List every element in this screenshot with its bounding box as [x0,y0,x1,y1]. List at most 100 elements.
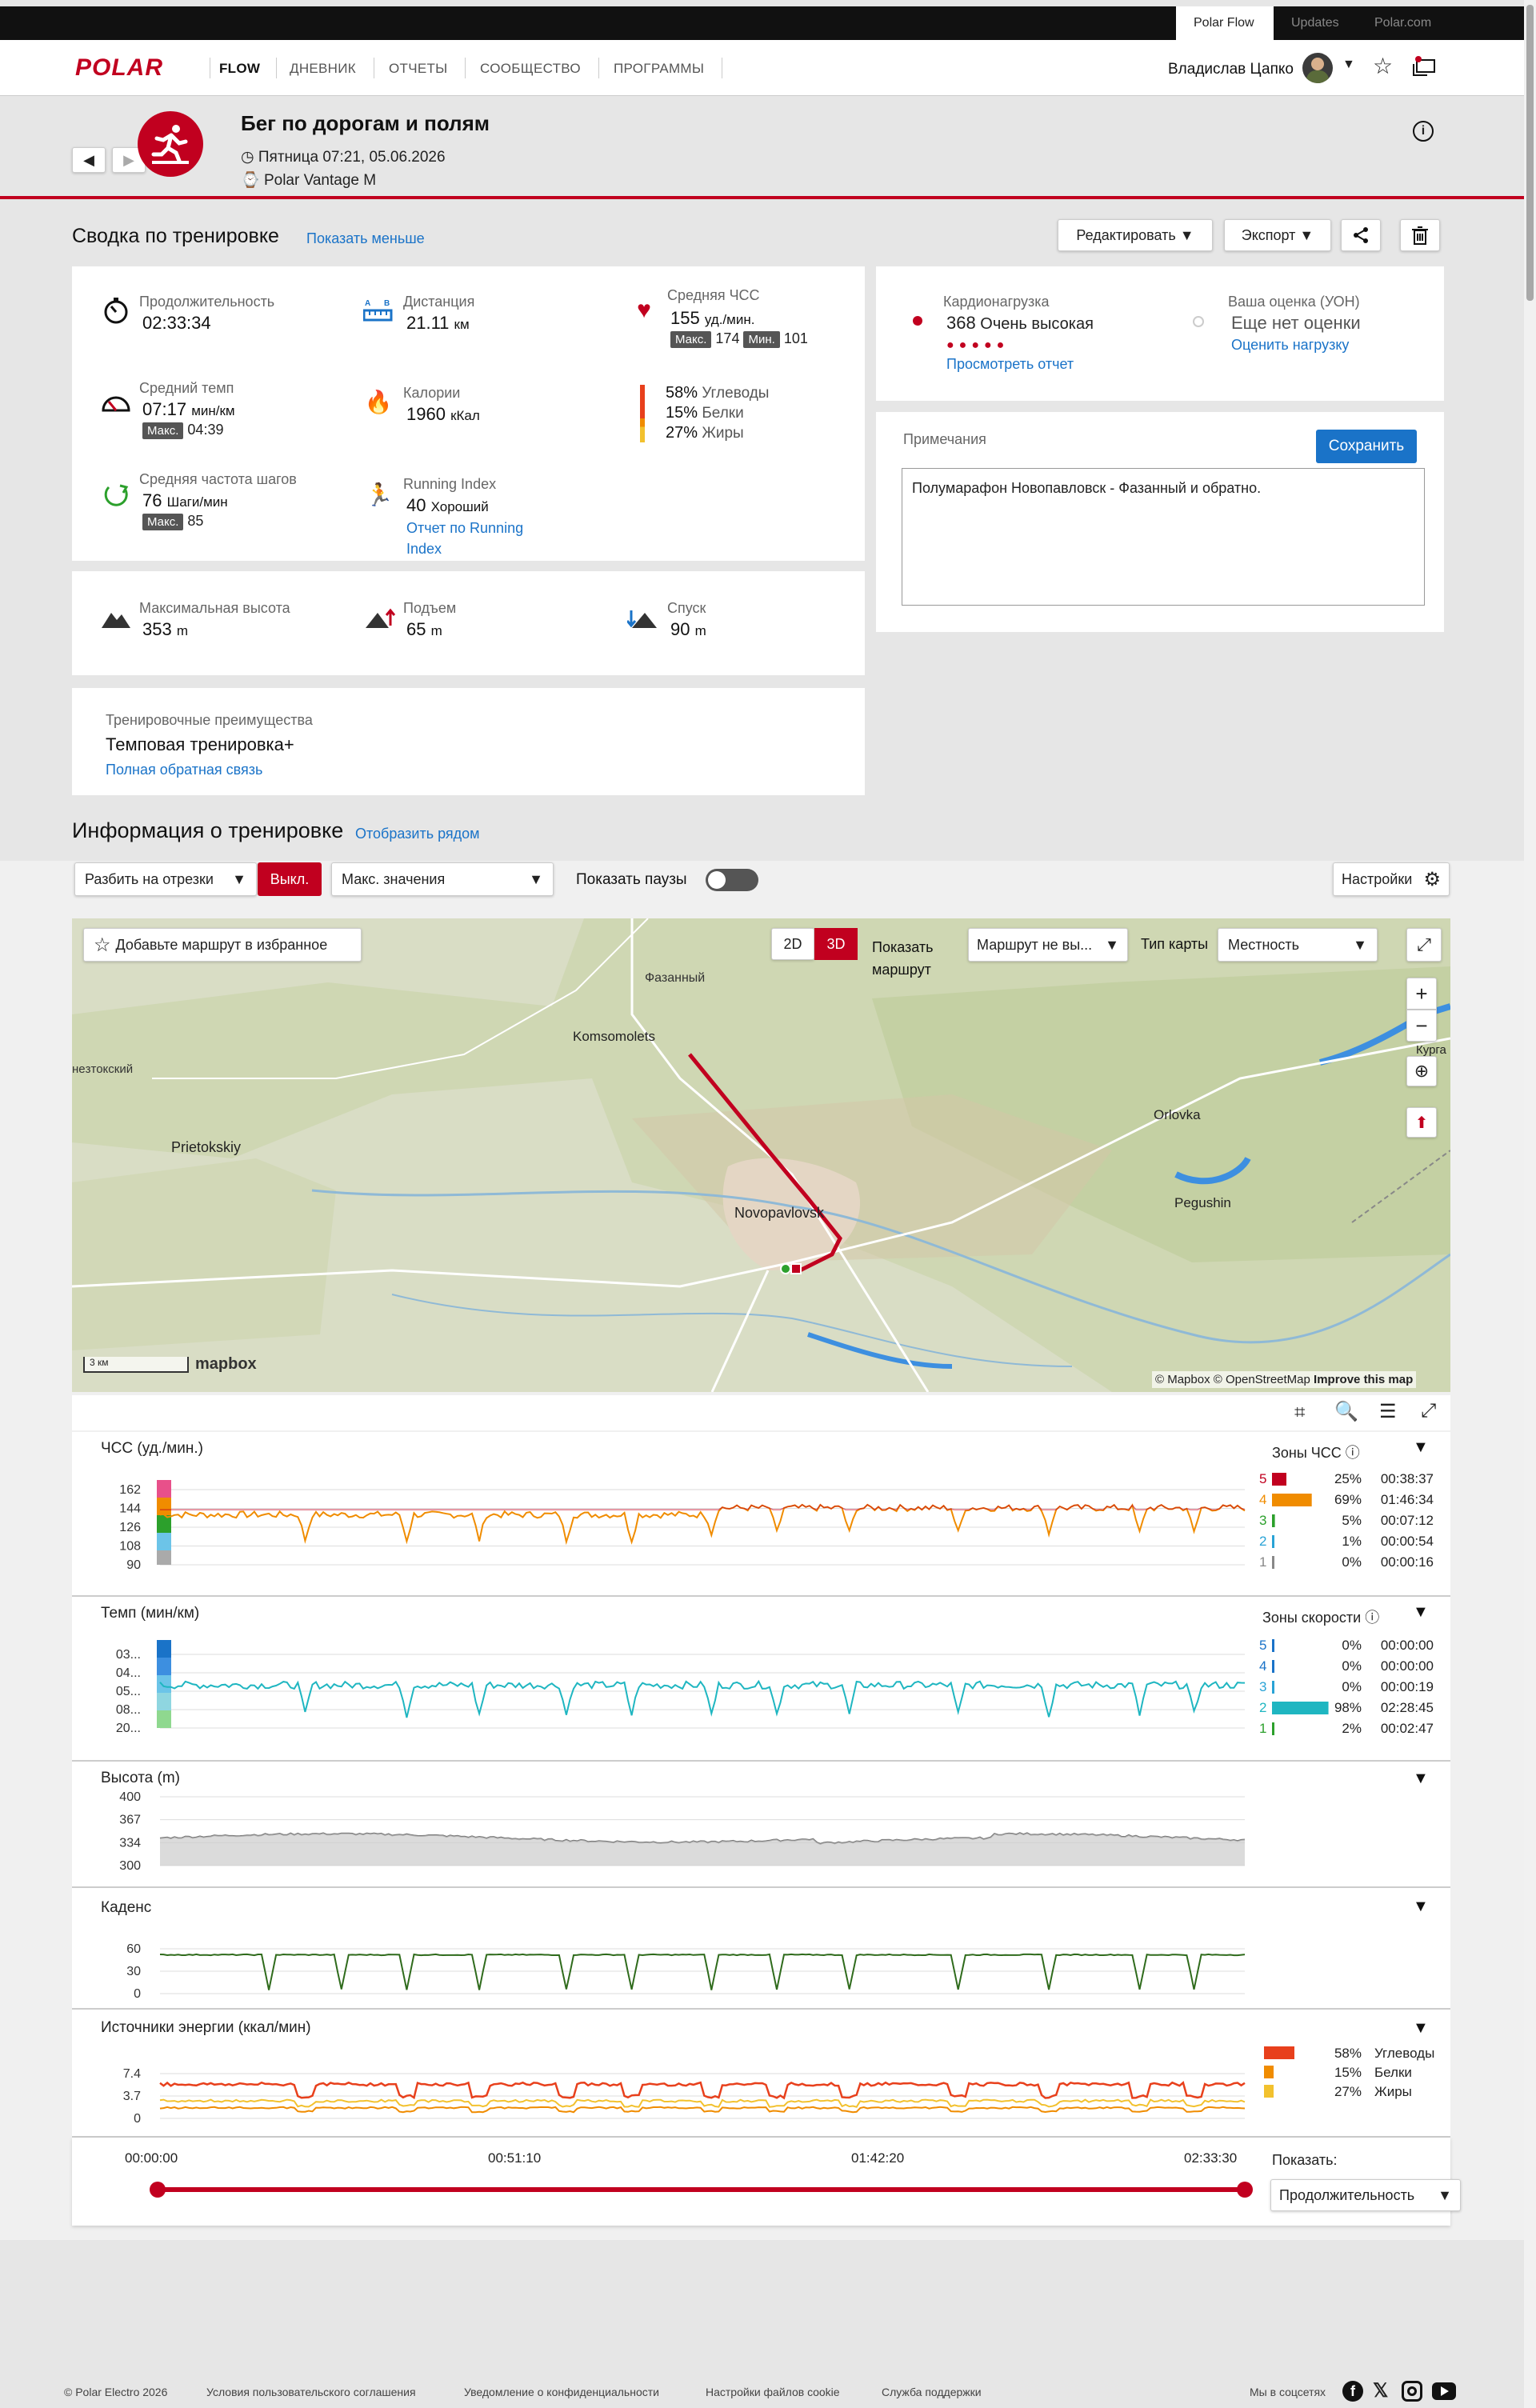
split-off-toggle[interactable]: Выкл. [258,862,322,896]
pace-zone-time: 00:00:19 [1381,1679,1434,1694]
distance-unit: км [454,317,470,332]
cad-tick-label: 60 [126,1942,141,1956]
flow-label: FLOW [219,61,261,76]
improve-map-link[interactable]: Improve this map [1314,1373,1413,1386]
compass-icon[interactable]: ⬆ [1406,1107,1437,1138]
sync-device-icon[interactable] [1413,56,1437,76]
info-icon[interactable]: i [1413,121,1434,142]
tab-updates[interactable]: Updates [1274,6,1357,40]
edit-button[interactable]: Редактировать ▼ [1058,219,1213,251]
star-icon[interactable]: ☆ [1373,53,1393,79]
cad-tick-label: 30 [126,1965,141,1978]
pace-label: Средний темп [139,380,234,396]
pace-zone-strip [157,1640,171,1658]
youtube-icon[interactable] [1432,2382,1456,2400]
timeline-metric-select[interactable]: Продолжительность ▼ [1270,2179,1461,2211]
benefit-label: Тренировочные преимущества [106,712,313,728]
tab-polar-flow[interactable]: Polar Flow [1176,6,1274,40]
x-twitter-icon[interactable]: 𝕏 [1373,2379,1388,2402]
mountain-icon [101,606,131,630]
nav-community[interactable]: СООБЩЕСТВО [480,61,581,77]
rpe-radio[interactable] [1193,316,1204,327]
split-select[interactable]: Разбить на отрезки ▼ [74,862,257,896]
distance-value: 21.11 [406,313,450,333]
zoom-in-button[interactable]: + [1406,978,1437,1010]
footer-cookies-link[interactable]: Настройки файлов cookie [706,2386,840,2398]
map-fullscreen-icon[interactable]: ⤢ [1406,928,1442,962]
show-route-line1: Показать [872,939,934,955]
map-attribution-osm[interactable]: © Mapbox © OpenStreetMap [1155,1373,1310,1386]
graphs-svg[interactable]: 162144126108905 25% 00:38:374 69% 01:46:343 5… [72,1432,1450,2136]
timeline-end-handle[interactable] [1237,2182,1253,2198]
settings-button[interactable]: Настройки ⚙ [1333,862,1450,896]
page-scrollbar[interactable] [1524,0,1536,2408]
avatar[interactable] [1302,53,1333,83]
map-attribution[interactable]: © Mapbox © OpenStreetMap Improve this ma… [1152,1371,1417,1388]
map-2d-button[interactable]: 2D [771,928,814,960]
instagram-icon[interactable] [1402,2381,1422,2402]
pace-unit: мин/км [191,403,235,418]
save-notes-button[interactable]: Сохранить [1316,430,1417,463]
rate-load-link[interactable]: Оценить нагрузку [1231,337,1349,354]
route-map[interactable]: Фазанный Komsomolets нeзтокский Prietoks… [72,918,1450,1392]
benefit-value: Темповая тренировка+ [106,734,294,754]
running-index-link-line2[interactable]: Index [406,538,523,559]
chevron-down-icon: ▼ [1105,936,1119,953]
hr-zone-number: 5 [1259,1471,1266,1486]
expand-icon[interactable]: ⤢ [1421,1400,1436,1422]
nav-diary[interactable]: ДНЕВНИК [290,61,356,77]
mapbox-logo[interactable]: mapbox [195,1355,257,1374]
hr-zone-bar [1272,1535,1274,1548]
descent-icon [627,606,658,630]
tab-polar-com[interactable]: Polar.com [1357,6,1449,40]
filter-icon[interactable]: ☰ [1379,1400,1397,1423]
hr-zone-pct: 5% [1342,1513,1362,1528]
hr-zone-pct: 1% [1342,1534,1362,1549]
max-values-select[interactable]: Макс. значения ▼ [331,862,554,896]
share-button[interactable] [1341,219,1381,251]
descent-label: Спуск [667,600,706,616]
show-pauses-toggle[interactable] [706,869,758,891]
nav-programs[interactable]: ПРОГРАММЫ [614,61,704,77]
show-less-link[interactable]: Показать меньше [306,230,425,247]
pace-zone-strip [157,1693,171,1710]
nav-reports[interactable]: ОТЧЕТЫ [389,61,448,77]
cardio-load-value: 368 [946,313,976,333]
prev-session-button[interactable]: ◀ [72,147,106,173]
terrain-select[interactable]: Местность ▼ [1218,928,1378,962]
notes-textarea[interactable]: Полумарафон Новопавловск - Фазанный и об… [902,468,1425,606]
polar-logo[interactable]: POLAR [75,54,163,82]
map-canvas[interactable] [72,918,1450,1392]
hr-zone-bar [1272,1556,1274,1569]
locate-icon[interactable]: ⊕ [1406,1056,1437,1086]
map-3d-button[interactable]: 3D [814,928,858,960]
timeline-range-bar[interactable] [157,2187,1245,2192]
footer-support-link[interactable]: Служба поддержки [882,2386,982,2398]
user-name[interactable]: Владислав Цапко [1168,61,1294,78]
hr-minmax: Макс. 174 Мин. 101 [670,330,808,348]
route-select[interactable]: Маршрут не вы... ▼ [968,928,1128,962]
running-index-link-line1[interactable]: Отчет по Running [406,518,523,538]
energy-tick-label: 3.7 [123,2090,141,2103]
map-type-line1: Тип [1141,936,1166,952]
view-report-link[interactable]: Просмотреть отчет [946,356,1074,373]
terrain-select-label: Местность [1228,936,1300,953]
facebook-icon[interactable]: f [1342,2381,1363,2402]
crop-icon[interactable]: ⌗ [1294,1402,1306,1424]
side-by-side-link[interactable]: Отобразить рядом [355,826,480,842]
zoom-icon[interactable]: 🔍 [1334,1400,1358,1423]
add-favorite-route-button[interactable]: ☆ Добавьте маршрут в избранное [83,928,362,962]
show-route-label[interactable]: Показать маршрут [872,936,934,981]
timeline-start-handle[interactable] [150,2182,166,2198]
elevation-card: Максимальная высота 353 m Подъем 65 m Сп… [72,571,865,675]
training-load-card: Кардионагрузка 368 Очень высокая ●●●●● П… [876,266,1444,401]
delete-button[interactable] [1400,219,1440,251]
full-feedback-link[interactable]: Полная обратная связь [106,762,262,778]
export-button[interactable]: Экспорт ▼ [1224,219,1331,251]
footer-privacy-link[interactable]: Уведомление о конфиденциальности [464,2386,659,2398]
zoom-out-button[interactable]: − [1406,1010,1437,1042]
user-menu-chevron-icon[interactable]: ▼ [1342,58,1355,72]
running-index-report-link[interactable]: Отчет по Running Index [406,518,523,559]
scrollbar-thumb[interactable] [1526,5,1534,301]
footer-terms-link[interactable]: Условия пользовательского соглашения [206,2386,416,2398]
